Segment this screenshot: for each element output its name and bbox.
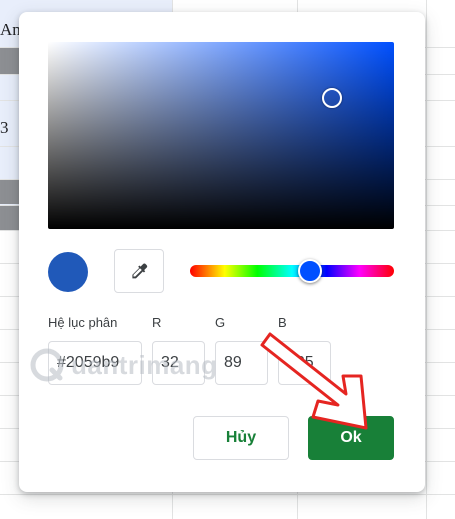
eyedropper-button[interactable] xyxy=(114,249,164,293)
hue-slider[interactable] xyxy=(190,259,394,283)
ok-button[interactable]: Ok xyxy=(308,416,394,460)
b-label: B xyxy=(278,315,287,330)
g-label: G xyxy=(215,315,226,330)
color-preview-swatch xyxy=(48,252,88,292)
saturation-value-handle[interactable] xyxy=(322,88,342,108)
sheet-cell-text: 3 xyxy=(0,118,9,137)
eyedropper-icon xyxy=(132,263,148,279)
custom-color-dialog: Hệ lục phân R G B Hủy Ok xyxy=(19,12,425,492)
hex-input[interactable] xyxy=(48,341,142,385)
hex-label: Hệ lục phân xyxy=(48,315,118,330)
r-label: R xyxy=(152,315,162,330)
cancel-button[interactable]: Hủy xyxy=(193,416,289,460)
sheet-cell-text: An xyxy=(0,20,21,39)
g-input[interactable] xyxy=(215,341,268,385)
b-input[interactable] xyxy=(278,341,331,385)
r-input[interactable] xyxy=(152,341,205,385)
hue-slider-thumb[interactable] xyxy=(298,259,322,283)
saturation-value-picker[interactable] xyxy=(48,42,394,229)
